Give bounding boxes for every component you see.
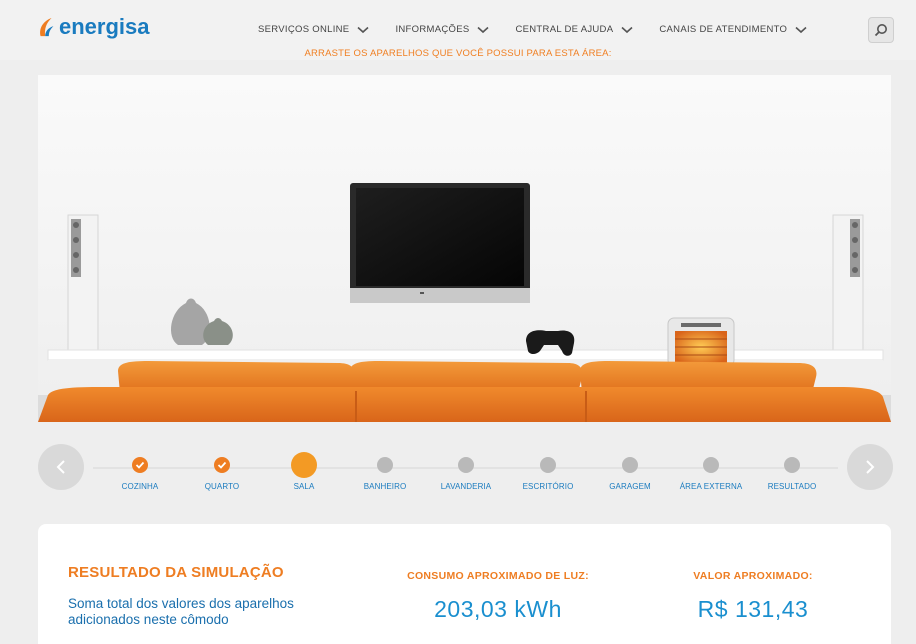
consumption-value: 203,03 kWh	[434, 596, 562, 622]
nav-canais-de-atendimento[interactable]: CANAIS DE ATENDIMENTO	[659, 24, 807, 35]
step-label: COZINHA	[121, 482, 159, 491]
sofa	[38, 361, 891, 422]
room-drop-area[interactable]	[38, 75, 891, 422]
nav-central-de-ajuda[interactable]: CENTRAL DE AJUDA	[515, 24, 633, 35]
prev-room-button[interactable]	[38, 444, 84, 490]
value-amount: R$ 131,43	[697, 596, 809, 622]
chevron-down-icon	[477, 26, 490, 33]
speaker-right[interactable]	[832, 214, 864, 356]
step-label: LAVANDERIA	[440, 482, 492, 491]
step-garagem[interactable]: GARAGEM	[590, 440, 670, 491]
step-area-externa[interactable]: ÁREA EXTERNA	[671, 440, 751, 491]
consumption-label: CONSUMO APROXIMADO DE LUZ:	[407, 570, 589, 582]
result-description: Soma total dos valores dos aparelhos adi…	[68, 596, 294, 627]
step-resultado[interactable]: RESULTADO	[752, 440, 832, 491]
nav-informacoes[interactable]: INFORMAÇÕES	[395, 24, 490, 35]
speaker-left[interactable]	[67, 214, 99, 356]
step-label: ESCRITÓRIO	[522, 482, 574, 491]
tv-appliance[interactable]	[350, 183, 530, 303]
step-escritorio[interactable]: ESCRITÓRIO	[508, 440, 588, 491]
nav-label: SERVIÇOS ONLINE	[258, 24, 350, 35]
check-icon	[135, 461, 145, 469]
step-pending-dot	[703, 457, 719, 473]
step-label: QUARTO	[204, 482, 240, 491]
chevron-down-icon	[621, 26, 633, 33]
chevron-down-icon	[357, 26, 369, 33]
step-sala[interactable]: SALA	[264, 440, 344, 491]
nav-label: INFORMAÇÕES	[395, 24, 470, 35]
simulation-result-card: RESULTADO DA SIMULAÇÃO Soma total dos va…	[38, 524, 891, 644]
step-cozinha[interactable]: COZINHA	[100, 440, 180, 491]
step-pending-dot	[784, 457, 800, 473]
step-label: ÁREA EXTERNA	[679, 482, 743, 491]
energisa-logo[interactable]: energisa	[36, 14, 150, 40]
drag-instruction: ARRASTE OS APARELHOS QUE VOCÊ POSSUI PAR…	[304, 48, 612, 59]
step-done-dot	[214, 457, 230, 473]
check-icon	[217, 461, 227, 469]
step-pending-dot	[377, 457, 393, 473]
value-label: VALOR APROXIMADO:	[693, 570, 813, 582]
nav-servicos-online[interactable]: SERVIÇOS ONLINE	[258, 24, 369, 35]
result-title: RESULTADO DA SIMULAÇÃO	[68, 564, 284, 581]
heater-appliance[interactable]	[667, 317, 735, 367]
step-label: SALA	[293, 482, 315, 491]
step-pending-dot	[458, 457, 474, 473]
nav-label: CANAIS DE ATENDIMENTO	[659, 24, 788, 35]
step-pending-dot	[622, 457, 638, 473]
step-label: BANHEIRO	[363, 482, 407, 491]
step-label: GARAGEM	[609, 482, 651, 491]
step-banheiro[interactable]: BANHEIRO	[345, 440, 425, 491]
chevron-left-icon	[56, 460, 65, 474]
step-done-dot	[132, 457, 148, 473]
step-quarto[interactable]: QUARTO	[182, 440, 262, 491]
chevron-down-icon	[795, 26, 807, 33]
living-room-illustration	[38, 75, 891, 422]
search-button[interactable]	[868, 17, 894, 43]
next-room-button[interactable]	[847, 444, 893, 490]
logo-text: energisa	[59, 14, 150, 39]
main-nav: SERVIÇOS ONLINE INFORMAÇÕES CENTRAL DE A…	[258, 24, 833, 35]
nav-label: CENTRAL DE AJUDA	[515, 24, 614, 35]
step-active-dot	[291, 452, 317, 478]
step-pending-dot	[540, 457, 556, 473]
step-label: RESULTADO	[767, 482, 817, 491]
search-icon	[874, 24, 887, 37]
chevron-right-icon	[866, 460, 875, 474]
step-lavanderia[interactable]: LAVANDERIA	[426, 440, 506, 491]
room-steps: COZINHA QUARTO SALA BANHEIRO LAVANDERIA …	[38, 440, 893, 510]
logo-mark-icon	[40, 17, 54, 37]
